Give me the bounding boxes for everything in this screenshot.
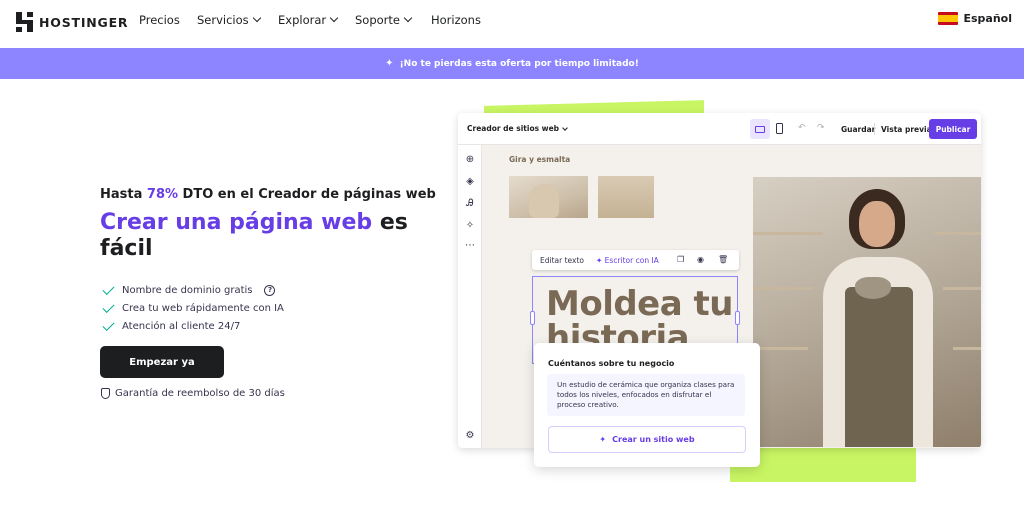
feature-label: Atención al cliente 24/7 — [122, 320, 241, 332]
desktop-icon — [755, 125, 765, 133]
ai-tools-icon[interactable]: ✧ — [465, 221, 475, 231]
nav-item-label: Precios — [139, 13, 180, 27]
shield-icon — [101, 388, 110, 399]
card-title: Cuéntanos sobre tu negocio — [548, 359, 675, 368]
feature-list: Nombre de dominio gratis ? Crea tu web r… — [102, 281, 284, 335]
guarantee-label: Garantía de reembolso de 30 días — [115, 388, 285, 399]
hero-subtitle: Hasta 78% DTO en el Creador de páginas w… — [100, 187, 436, 202]
nav-item-explorar[interactable]: Explorar — [278, 13, 339, 27]
check-icon — [102, 282, 115, 295]
save-button[interactable]: Guardar — [841, 125, 875, 134]
discount-highlight: 78% — [146, 187, 179, 202]
styles-icon[interactable]: Ꭿ — [465, 199, 475, 209]
ai-writer-label: Escritor con IA — [604, 256, 659, 265]
money-back-guarantee: Garantía de reembolso de 30 días — [101, 388, 285, 399]
undo-icon[interactable]: ↶ — [798, 123, 806, 133]
hero-subtitle-suffix: DTO en el Creador de páginas web — [178, 187, 436, 202]
nav-item-label: Explorar — [278, 13, 327, 27]
editor-side-toolbar: ⊕ ◈ Ꭿ ✧ ⋯ ⚙ — [458, 145, 482, 448]
nav-item-servicios[interactable]: Servicios — [197, 13, 261, 27]
desktop-view-button[interactable] — [750, 119, 770, 139]
promo-banner[interactable]: ✦ ¡No te pierdas esta oferta por tiempo … — [0, 48, 1024, 79]
feature-item: Atención al cliente 24/7 — [102, 317, 284, 335]
feature-item: Crea tu web rápidamente con IA — [102, 299, 284, 317]
hero-subtitle-prefix: Hasta — [100, 187, 147, 202]
help-icon[interactable]: ? — [264, 284, 276, 296]
create-site-label: Crear un sitio web — [612, 435, 695, 444]
builder-selector[interactable]: Creador de sitios web — [467, 124, 568, 133]
nav-item-label: Servicios — [197, 13, 249, 27]
business-description-field[interactable]: Un estudio de cerámica que organiza clas… — [547, 374, 745, 416]
check-icon — [102, 300, 115, 313]
preview-button[interactable]: Vista previa — [881, 125, 932, 134]
hero-title: Crear una página web es fácil — [100, 210, 420, 262]
publish-button[interactable]: Publicar — [929, 119, 977, 139]
start-now-button[interactable]: Empezar ya — [100, 346, 224, 378]
nav-item-soporte[interactable]: Soporte — [355, 13, 413, 27]
edit-text-button[interactable]: Editar texto — [540, 256, 584, 265]
hero-title-highlight: Crear una página web — [100, 210, 373, 235]
chevron-down-icon — [403, 13, 413, 23]
chevron-down-icon — [252, 13, 261, 23]
brand-name: HOSTINGER — [39, 14, 129, 30]
sparkle-icon: ✦ — [596, 256, 605, 265]
site-brand-name: Gira y esmalta — [509, 155, 571, 164]
feature-item: Nombre de dominio gratis ? — [102, 281, 284, 299]
hostinger-logo[interactable]: HOSTINGER — [16, 12, 128, 32]
language-label: Español — [963, 12, 1012, 25]
promo-text: ¡No te pierdas esta oferta por tiempo li… — [399, 58, 639, 69]
check-icon — [102, 318, 115, 331]
more-icon[interactable]: ⋯ — [465, 241, 475, 251]
redo-icon[interactable]: ↷ — [817, 123, 825, 133]
dried-flowers-photo — [598, 176, 654, 218]
language-selector[interactable]: Español — [938, 12, 1012, 25]
toolbar-divider — [874, 123, 875, 135]
nav-item-label: Horizons — [431, 13, 481, 27]
mobile-view-button[interactable] — [776, 123, 783, 134]
ai-writer-button[interactable]: ✦ Escritor con IA — [596, 256, 659, 265]
hostinger-logo-icon — [16, 12, 33, 32]
business-description-card: Cuéntanos sobre tu negocio Un estudio de… — [534, 343, 760, 467]
create-site-button[interactable]: ✦ Crear un sitio web — [548, 426, 746, 453]
chevron-down-icon — [329, 13, 339, 23]
sparkle-icon: ✦ — [599, 435, 607, 444]
editor-toolbar: Creador de sitios web ↶ ↷ Guardar Vista … — [458, 113, 981, 145]
resize-handle-left[interactable] — [530, 311, 535, 325]
builder-selector-label: Creador de sitios web — [467, 124, 560, 133]
ceramics-photo — [509, 176, 588, 218]
duplicate-icon[interactable]: ❐ — [677, 255, 684, 264]
layers-icon[interactable]: ◈ — [465, 177, 475, 187]
nav-item-horizons[interactable]: Horizons — [431, 13, 481, 27]
sparkle-icon: ✦ — [385, 58, 394, 69]
headline-line-1: Moldea tu — [546, 284, 733, 324]
potter-photo — [753, 177, 981, 447]
chevron-down-icon — [562, 124, 568, 131]
feature-label: Crea tu web rápidamente con IA — [122, 302, 284, 314]
feature-label: Nombre de dominio gratis — [122, 284, 253, 296]
spain-flag-icon — [938, 12, 959, 25]
top-nav: HOSTINGER Precios Servicios Explorar Sop… — [0, 0, 1024, 48]
nav-item-label: Soporte — [355, 13, 400, 27]
settings-icon[interactable]: ⚙ — [465, 431, 475, 441]
trash-icon[interactable]: 🗑 — [718, 255, 728, 264]
text-tools-popover: Editar texto ✦ Escritor con IA ❐ ◉ 🗑 — [532, 250, 739, 270]
eye-icon[interactable]: ◉ — [697, 255, 704, 264]
resize-handle-right[interactable] — [735, 311, 740, 325]
nav-item-precios[interactable]: Precios — [139, 13, 180, 27]
add-element-icon[interactable]: ⊕ — [465, 155, 475, 165]
